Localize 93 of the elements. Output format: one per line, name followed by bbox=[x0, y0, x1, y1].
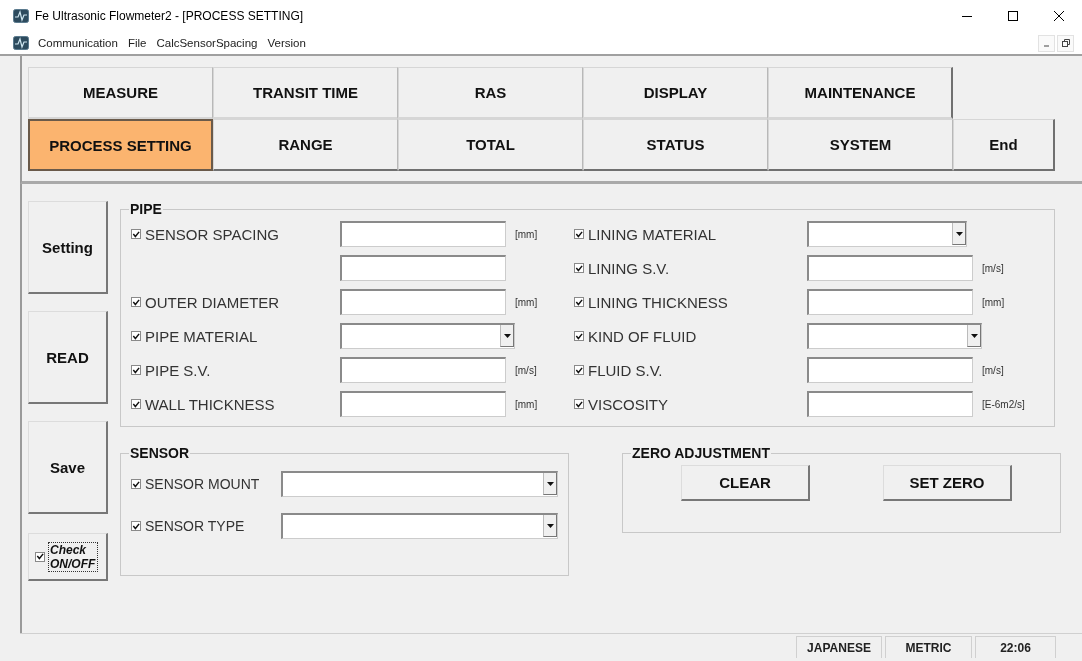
dropdown-field[interactable] bbox=[281, 513, 558, 539]
checkbox[interactable] bbox=[131, 365, 141, 375]
field-label: WALL THICKNESS bbox=[145, 395, 276, 413]
checkbox[interactable] bbox=[574, 365, 584, 375]
status-panel: JAPANESE bbox=[796, 636, 882, 658]
field-label: VISCOSITY bbox=[588, 395, 670, 413]
dropdown-field[interactable] bbox=[281, 471, 558, 497]
nav-tab[interactable]: RAS bbox=[398, 67, 583, 119]
checkbox[interactable] bbox=[131, 331, 141, 341]
caret-icon bbox=[503, 333, 511, 338]
group-title: SENSOR bbox=[129, 445, 191, 461]
dropdown-button[interactable] bbox=[543, 473, 557, 495]
status-panel: METRIC bbox=[885, 636, 972, 658]
unit-label: [mm] bbox=[515, 296, 538, 308]
menu-item[interactable]: File bbox=[122, 35, 152, 51]
menu-item[interactable]: Version bbox=[262, 35, 311, 51]
dropdown-field[interactable] bbox=[807, 221, 967, 247]
nav-tab[interactable]: TOTAL bbox=[398, 119, 583, 171]
nav-tab[interactable]: RANGE bbox=[213, 119, 398, 171]
caret-icon bbox=[546, 481, 554, 486]
input-field[interactable] bbox=[807, 391, 973, 417]
nav-tab[interactable]: MAINTENANCE bbox=[768, 67, 953, 119]
input-field[interactable] bbox=[340, 391, 506, 417]
input-field[interactable] bbox=[340, 289, 506, 315]
action-button[interactable]: Save bbox=[28, 421, 108, 514]
field-label: PIPE MATERIAL bbox=[145, 327, 259, 345]
field-label: SENSOR TYPE bbox=[145, 519, 246, 533]
nav-tab[interactable]: End bbox=[953, 119, 1055, 171]
caret-icon bbox=[546, 523, 554, 528]
field-label: KIND OF FLUID bbox=[588, 327, 698, 345]
field-label: PIPE S.V. bbox=[145, 361, 212, 379]
unit-label: [m/s] bbox=[982, 364, 1004, 376]
dropdown-button[interactable] bbox=[952, 223, 966, 245]
nav-tab[interactable]: STATUS bbox=[583, 119, 768, 171]
checkbox[interactable] bbox=[131, 297, 141, 307]
unit-label: [mm] bbox=[515, 228, 538, 240]
checkbox[interactable] bbox=[574, 331, 584, 341]
unit-label: [m/s] bbox=[515, 364, 537, 376]
caret-icon bbox=[970, 333, 978, 338]
caret-icon bbox=[955, 231, 963, 236]
field-label: LINING MATERIAL bbox=[588, 225, 718, 243]
field-label: LINING THICKNESS bbox=[588, 293, 729, 311]
dropdown-button[interactable] bbox=[543, 515, 557, 537]
checkbox[interactable] bbox=[574, 263, 584, 273]
input-field[interactable] bbox=[807, 357, 973, 383]
unit-label: [mm] bbox=[515, 398, 538, 410]
close-icon bbox=[1054, 11, 1064, 21]
field-label: SENSOR SPACING bbox=[145, 225, 280, 243]
group-title: ZERO ADJUSTMENT bbox=[631, 445, 771, 461]
menu-item[interactable]: CalcSensorSpacing bbox=[151, 35, 263, 51]
input-field[interactable] bbox=[807, 289, 973, 315]
field-label: SENSOR MOUNT bbox=[145, 477, 261, 491]
dropdown-field[interactable] bbox=[340, 323, 515, 349]
input-field[interactable] bbox=[340, 255, 506, 281]
app-icon bbox=[13, 36, 29, 50]
dropdown-button[interactable] bbox=[500, 325, 514, 347]
checkbox[interactable] bbox=[131, 479, 141, 489]
action-button[interactable]: Setting bbox=[28, 201, 108, 294]
zero-button[interactable]: SET ZERO bbox=[883, 465, 1012, 501]
input-field[interactable] bbox=[340, 221, 506, 247]
checkbox[interactable] bbox=[131, 399, 141, 409]
field-label: LINING S.V. bbox=[588, 259, 671, 277]
input-field[interactable] bbox=[807, 255, 973, 281]
checkbox[interactable] bbox=[574, 229, 584, 239]
restore-icon bbox=[1061, 39, 1070, 47]
status-panel: 22:06 bbox=[975, 636, 1056, 658]
unit-label: [m/s] bbox=[982, 262, 1004, 274]
checkbox[interactable] bbox=[131, 229, 141, 239]
input-field[interactable] bbox=[340, 357, 506, 383]
restore-button[interactable] bbox=[1057, 34, 1074, 52]
unit-label: [mm] bbox=[982, 296, 1005, 308]
checkbox[interactable] bbox=[131, 521, 141, 531]
field-label: FLUID S.V. bbox=[588, 361, 664, 379]
dropdown-button[interactable] bbox=[967, 325, 981, 347]
nav-tab[interactable]: PROCESS SETTING bbox=[28, 119, 213, 171]
dropdown-field[interactable] bbox=[807, 323, 982, 349]
group-title: PIPE bbox=[129, 201, 163, 217]
field-label: OUTER DIAMETER bbox=[145, 293, 281, 311]
action-button[interactable]: READ bbox=[28, 311, 108, 404]
checkbox[interactable] bbox=[35, 551, 45, 562]
nav-tab[interactable]: MEASURE bbox=[28, 67, 213, 119]
window-title: Fe Ultrasonic Flowmeter2 - [PROCESS SETTING] bbox=[35, 9, 305, 23]
checkbox[interactable] bbox=[574, 297, 584, 307]
checkbox-label[interactable]: Check ON/OFF bbox=[48, 541, 98, 572]
app-icon bbox=[13, 9, 29, 23]
nav-tab[interactable]: DISPLAY bbox=[583, 67, 768, 119]
nav-tab[interactable]: SYSTEM bbox=[768, 119, 953, 171]
checkbox[interactable] bbox=[574, 399, 584, 409]
nav-tab[interactable]: TRANSIT TIME bbox=[213, 67, 398, 119]
maximize-icon bbox=[1008, 11, 1018, 21]
unit-label: [E-6m2/s] bbox=[982, 398, 1025, 410]
menu-item[interactable]: Communication bbox=[33, 35, 123, 51]
zero-button[interactable]: CLEAR bbox=[681, 465, 810, 501]
